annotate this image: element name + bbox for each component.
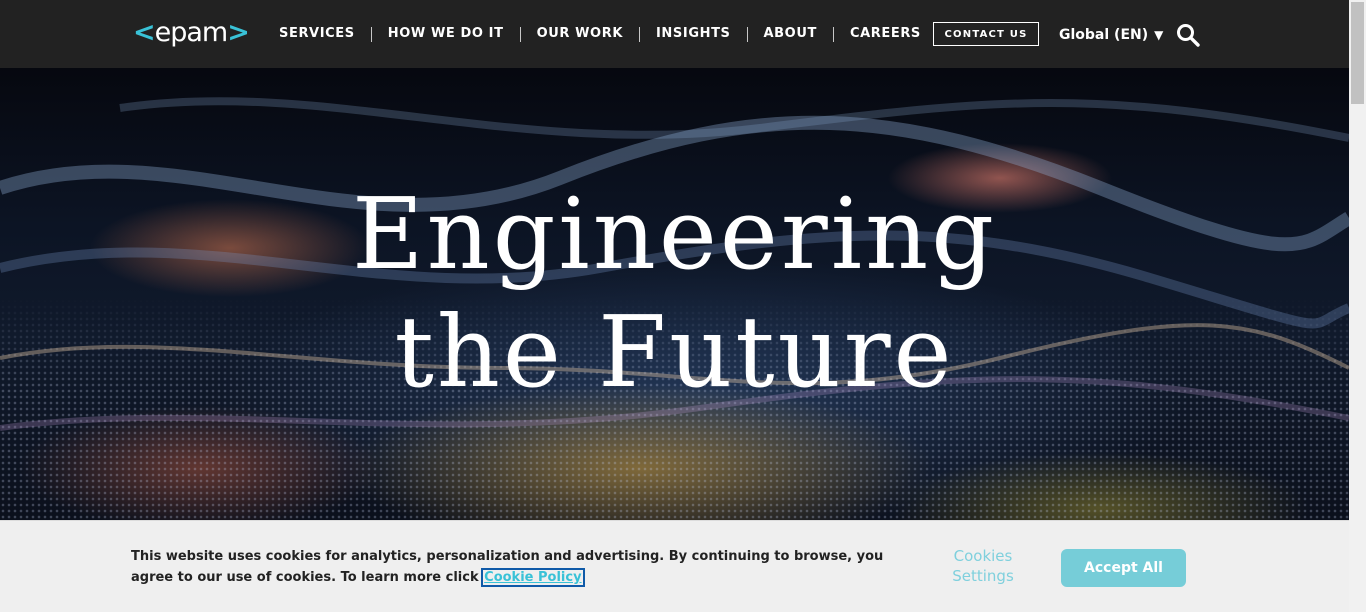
nav-item-how-we-do-it[interactable]: HOW WE DO IT [372,24,520,44]
nav-item-about[interactable]: ABOUT [748,24,833,44]
contact-us-button[interactable]: CONTACT US [933,22,1039,46]
nav-item-services[interactable]: SERVICES [263,24,371,44]
logo-left-bracket: < [133,17,156,48]
language-selector[interactable]: Global (EN) ▼ [1059,24,1163,46]
main-nav: SERVICES HOW WE DO IT OUR WORK INSIGHTS … [263,24,937,44]
nav-item-insights[interactable]: INSIGHTS [640,24,747,44]
hero-title-line-2: the Future [394,296,955,410]
scrollbar-thumb[interactable] [1351,2,1364,104]
hero-title: Engineering the Future [0,176,1349,412]
cookie-banner: This website uses cookies for analytics,… [0,520,1349,612]
epam-logo[interactable]: <epam> [133,16,250,50]
cookie-policy-link[interactable]: Cookie Policy [481,568,585,587]
page-scrollbar[interactable] [1349,0,1366,612]
site-header: <epam> SERVICES HOW WE DO IT OUR WORK IN… [0,0,1349,68]
nav-item-our-work[interactable]: OUR WORK [521,24,639,44]
logo-right-bracket: > [227,17,250,48]
nav-item-careers[interactable]: CAREERS [834,24,937,44]
cookies-settings-button[interactable]: Cookies Settings [948,546,1018,586]
chevron-down-icon: ▼ [1154,28,1164,42]
accept-all-button[interactable]: Accept All [1061,549,1186,587]
logo-text: epam [154,17,229,48]
search-icon[interactable] [1176,23,1200,47]
hero-banner: Engineering the Future [0,68,1349,520]
language-label: Global (EN) [1059,27,1149,43]
cookie-message: This website uses cookies for analytics,… [131,546,911,588]
hero-title-line-1: Engineering [352,178,997,292]
